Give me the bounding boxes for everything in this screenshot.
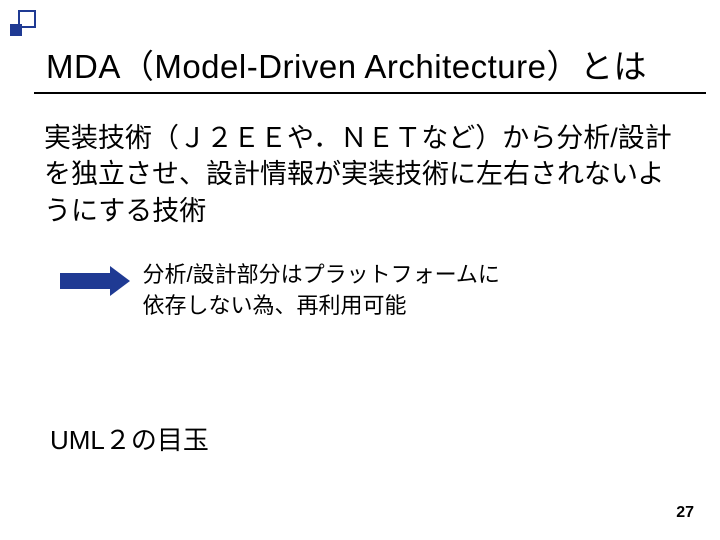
footer-note: UML２の目玉 bbox=[50, 420, 209, 457]
slide-title: MDA（Model-Driven Architecture）とは bbox=[46, 40, 647, 88]
arrow-right-icon bbox=[60, 266, 130, 296]
title-underline bbox=[34, 92, 706, 94]
arrow-text-line2: 依存しない為、再利用可能 bbox=[142, 293, 406, 318]
slide: MDA（Model-Driven Architecture）とは 実装技術（Ｊ２… bbox=[0, 0, 720, 540]
arrow-callout-text: 分析/設計部分はプラットフォームに 依存しない為、再利用可能 bbox=[142, 260, 499, 322]
body-paragraph: 実装技術（Ｊ２ＥＥや．ＮＥＴなど）から分析/設計を独立させ、設計情報が実装技術に… bbox=[44, 120, 680, 229]
arrow-callout: 分析/設計部分はプラットフォームに 依存しない為、再利用可能 bbox=[60, 260, 680, 322]
page-number: 27 bbox=[676, 504, 694, 522]
arrow-text-line1: 分析/設計部分はプラットフォームに bbox=[142, 262, 499, 287]
corner-decoration-icon bbox=[8, 8, 36, 36]
